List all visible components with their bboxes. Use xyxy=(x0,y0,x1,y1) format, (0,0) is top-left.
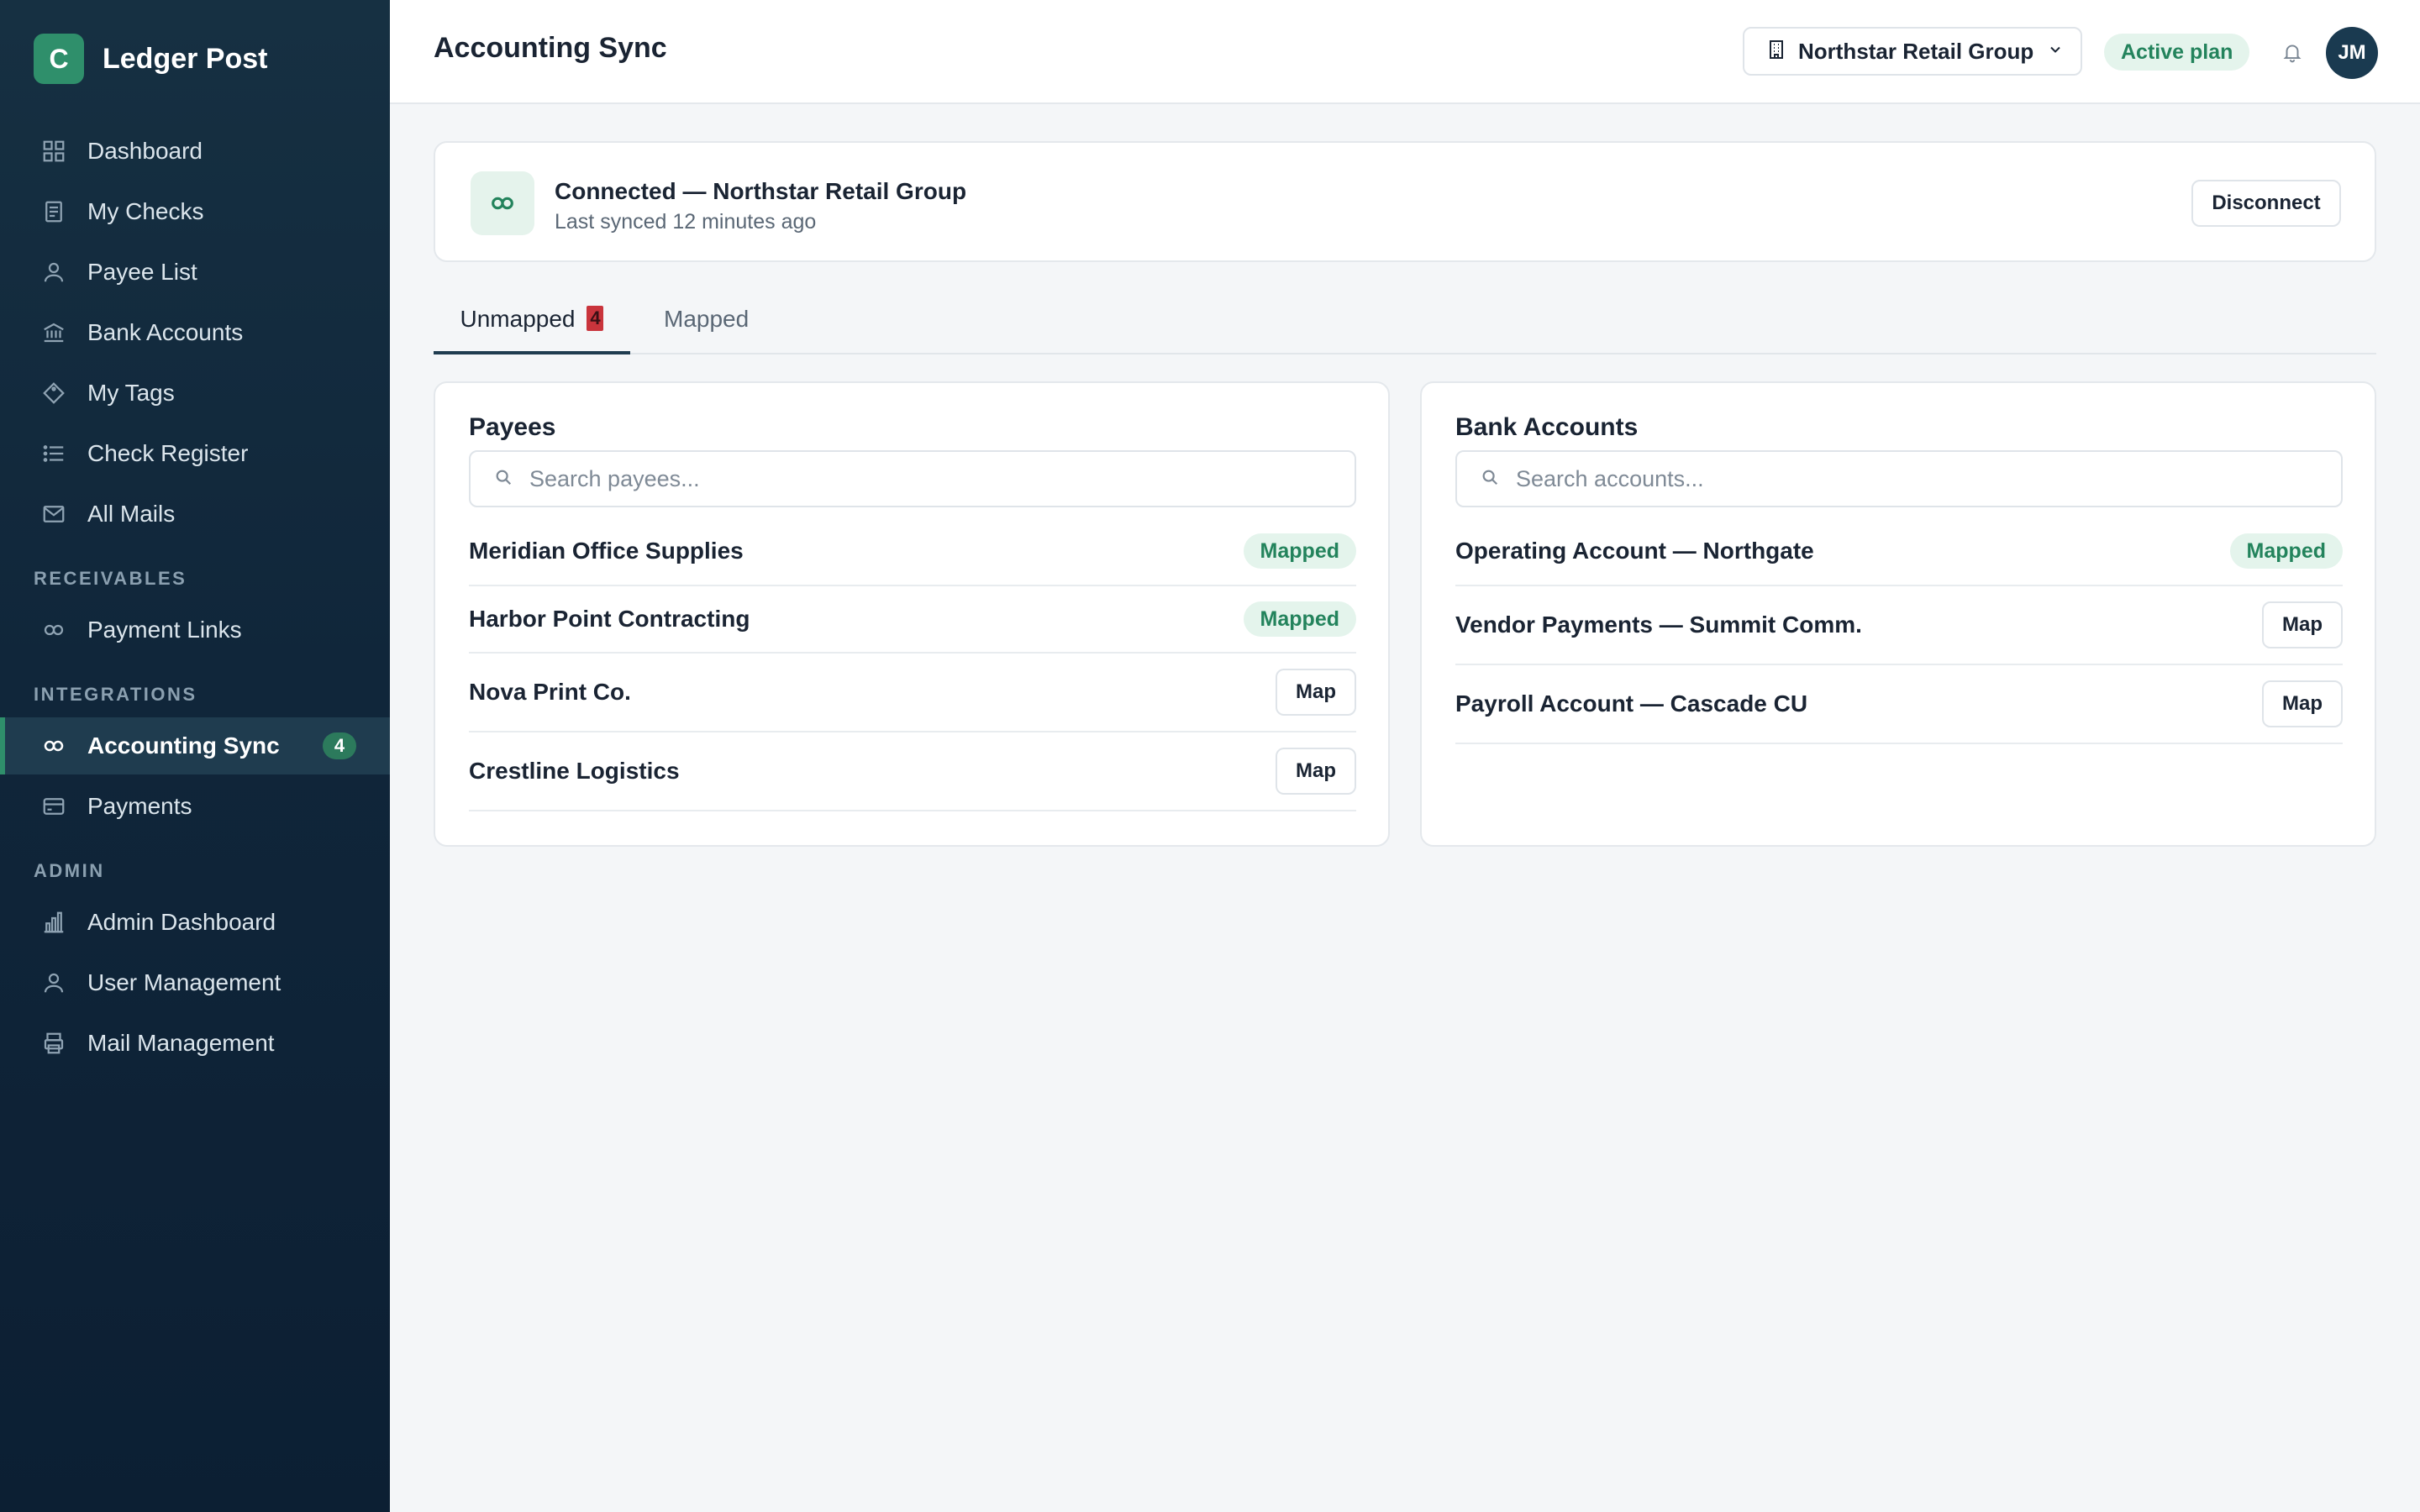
user-icon xyxy=(40,259,67,286)
sidebar-item-payments[interactable]: Payments xyxy=(0,778,390,835)
table-row: Harbor Point Contracting Mapped xyxy=(469,586,1356,654)
brand-name: Ledger Post xyxy=(103,42,268,75)
map-button[interactable]: Map xyxy=(1276,748,1356,795)
sidebar-item-label: Payee List xyxy=(87,259,197,285)
tab-count-badge: 4 xyxy=(587,306,604,331)
search-input[interactable] xyxy=(529,465,1336,492)
panel-title: Payees xyxy=(469,413,556,441)
card-icon xyxy=(40,793,67,820)
sidebar-item-label: My Tags xyxy=(87,380,175,406)
tab-unmapped[interactable]: Unmapped 4 xyxy=(434,306,630,354)
sidebar-item-label: User Management xyxy=(87,969,281,995)
link-icon xyxy=(471,171,534,235)
map-button[interactable]: Map xyxy=(1276,669,1356,716)
account-name: Operating Account — Northgate xyxy=(1455,538,1814,564)
status-badge: Mapped xyxy=(1243,601,1356,637)
sidebar-item-my-tags[interactable]: My Tags xyxy=(0,365,390,422)
search-icon xyxy=(1481,468,1499,491)
sidebar-item-label: Dashboard xyxy=(87,138,203,164)
mail-icon xyxy=(40,501,67,528)
sidebar-item-check-register[interactable]: Check Register xyxy=(0,425,390,482)
sidebar: C Ledger Post Dashboard My Checks Payee … xyxy=(0,0,390,1512)
chevron-down-icon xyxy=(2047,41,2064,62)
sidebar-item-label: Accounting Sync xyxy=(87,732,280,759)
sidebar-item-label: Mail Management xyxy=(87,1030,275,1056)
last-synced-text: Last synced 12 minutes ago xyxy=(555,210,817,234)
payee-search xyxy=(469,450,1356,507)
sidebar-item-label: Payment Links xyxy=(87,617,242,643)
mapping-tabs: Unmapped 4 Mapped xyxy=(434,294,2376,354)
grid-icon xyxy=(40,138,67,165)
table-row: Payroll Account — Cascade CU Map xyxy=(1455,665,2343,744)
status-badge: Mapped xyxy=(2229,533,2343,569)
brand[interactable]: C Ledger Post xyxy=(34,34,267,84)
sidebar-item-payee-list[interactable]: Payee List xyxy=(0,244,390,301)
sidebar-item-my-checks[interactable]: My Checks xyxy=(0,183,390,240)
bar-chart-icon xyxy=(40,909,67,936)
bell-icon[interactable] xyxy=(2277,37,2307,67)
org-select[interactable]: Northstar Retail Group xyxy=(1743,27,2082,76)
map-button[interactable]: Map xyxy=(2262,680,2343,727)
map-button[interactable]: Map xyxy=(2262,601,2343,648)
count-badge: 4 xyxy=(323,732,356,759)
sidebar-item-label: Admin Dashboard xyxy=(87,909,276,935)
sidebar-item-label: Check Register xyxy=(87,440,249,466)
tab-mapped[interactable]: Mapped xyxy=(664,306,749,354)
list-icon xyxy=(40,440,67,467)
account-name: Payroll Account — Cascade CU xyxy=(1455,690,1808,717)
top-bar: Accounting Sync Northstar Retail Group A… xyxy=(390,0,2420,104)
sidebar-item-all-mails[interactable]: All Mails xyxy=(0,486,390,543)
sidebar-item-label: All Mails xyxy=(87,501,176,527)
table-row: Vendor Payments — Summit Comm. Map xyxy=(1455,586,2343,665)
status-badge: Mapped xyxy=(1243,533,1356,569)
account-name: Vendor Payments — Summit Comm. xyxy=(1455,612,1862,638)
section-receivables: RECEIVABLES xyxy=(34,568,187,589)
connection-card: Connected — Northstar Retail Group Last … xyxy=(434,141,2376,262)
tag-icon xyxy=(40,380,67,407)
avatar[interactable]: JM xyxy=(2326,27,2378,79)
brand-logo: C xyxy=(34,34,84,84)
section-integrations: INTEGRATIONS xyxy=(34,684,197,705)
payees-panel: Payees Meridian Office Supplies Mapped H… xyxy=(434,381,1390,847)
sidebar-item-bank-accounts[interactable]: Bank Accounts xyxy=(0,304,390,361)
page-title: Accounting Sync xyxy=(434,32,667,64)
sidebar-item-admin-dashboard[interactable]: Admin Dashboard xyxy=(0,894,390,951)
table-row: Nova Print Co. Map xyxy=(469,654,1356,732)
account-search xyxy=(1455,450,2343,507)
disconnect-button[interactable]: Disconnect xyxy=(2191,180,2341,227)
sidebar-item-label: Bank Accounts xyxy=(87,319,244,345)
search-input[interactable] xyxy=(1516,465,2323,492)
sidebar-item-label: My Checks xyxy=(87,198,204,224)
search-icon xyxy=(494,468,513,491)
table-row: Meridian Office Supplies Mapped xyxy=(469,517,1356,586)
section-admin: ADMIN xyxy=(34,860,105,881)
payee-name: Nova Print Co. xyxy=(469,679,631,705)
sidebar-item-user-management[interactable]: User Management xyxy=(0,954,390,1011)
table-row: Operating Account — Northgate Mapped xyxy=(1455,517,2343,586)
payee-name: Meridian Office Supplies xyxy=(469,538,744,564)
panel-title: Bank Accounts xyxy=(1455,413,1639,441)
payee-name: Crestline Logistics xyxy=(469,758,680,784)
org-select-value: Northstar Retail Group xyxy=(1798,38,2034,64)
link-icon xyxy=(40,732,67,759)
sidebar-item-payment-links[interactable]: Payment Links xyxy=(0,601,390,659)
tab-label: Unmapped xyxy=(460,306,576,332)
link-icon xyxy=(40,617,67,643)
document-icon xyxy=(40,198,67,225)
bank-icon xyxy=(40,319,67,346)
user-icon xyxy=(40,969,67,996)
sidebar-item-accounting-sync[interactable]: Accounting Sync 4 xyxy=(0,717,390,774)
sidebar-item-label: Payments xyxy=(87,793,192,819)
bank-accounts-panel: Bank Accounts Operating Account — Northg… xyxy=(1420,381,2376,847)
payee-name: Harbor Point Contracting xyxy=(469,606,750,632)
building-icon xyxy=(1766,39,1786,65)
connection-title: Connected — Northstar Retail Group xyxy=(555,178,967,204)
plan-badge: Active plan xyxy=(2104,34,2250,71)
printer-icon xyxy=(40,1030,67,1057)
table-row: Crestline Logistics Map xyxy=(469,732,1356,811)
sidebar-item-mail-management[interactable]: Mail Management xyxy=(0,1015,390,1072)
sidebar-item-dashboard[interactable]: Dashboard xyxy=(0,123,390,180)
